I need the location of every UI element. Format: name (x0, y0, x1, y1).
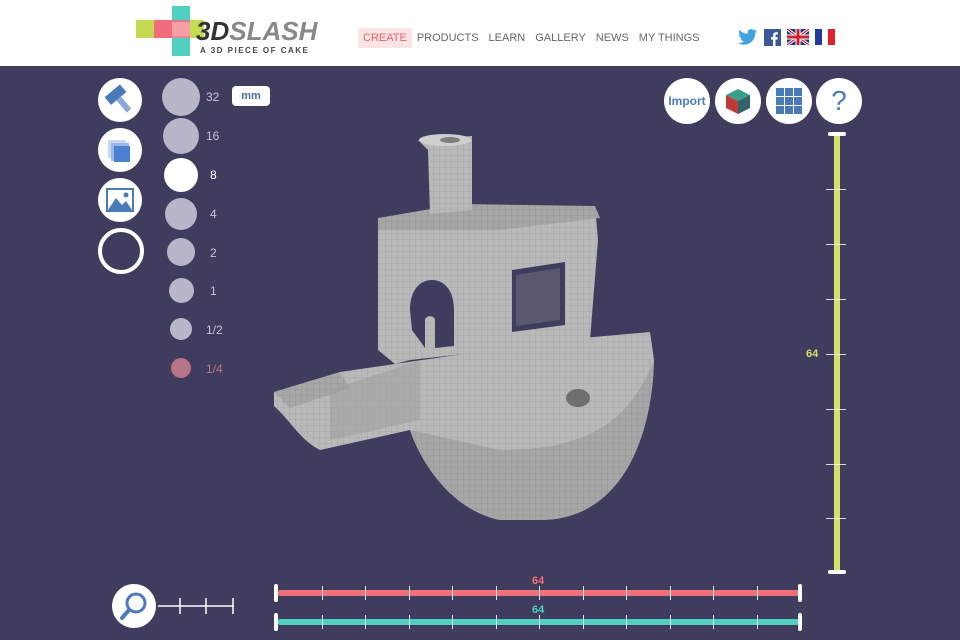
import-label: Import (668, 94, 706, 108)
red-slider-left-handle[interactable] (274, 584, 278, 602)
cube-layers-tool-icon (108, 140, 130, 162)
vertical-tick (826, 409, 846, 410)
horizontal-tick (495, 615, 497, 629)
size-option-quarter[interactable] (171, 358, 191, 378)
size-label-32: 32 (206, 90, 220, 104)
horizontal-tick (669, 586, 671, 600)
size-option-8[interactable] (164, 158, 198, 192)
horizontal-tick (626, 586, 627, 600)
red-slider-right-handle[interactable] (798, 584, 802, 602)
horizontal-tick (321, 586, 323, 600)
vertical-slider-bottom-handle[interactable] (828, 570, 846, 574)
size-label-quarter: 1/4 (206, 362, 223, 376)
vertical-tick (826, 244, 846, 245)
horizontal-tick (713, 615, 714, 629)
horizontal-tick (452, 586, 453, 600)
zoom-slider[interactable] (158, 594, 238, 618)
size-option-4[interactable] (165, 198, 197, 230)
unit-badge[interactable]: mm (232, 86, 270, 106)
vertical-tick (826, 299, 846, 300)
size-label-4: 4 (210, 207, 217, 221)
circle-tool-button[interactable] (98, 228, 144, 274)
horizontal-tick (321, 615, 323, 629)
hammer-tool-icon (104, 84, 132, 113)
horizontal-tick (365, 586, 366, 600)
horizontal-tick (452, 615, 453, 629)
size-label-2: 2 (210, 246, 217, 260)
hammer-tool-button[interactable] (98, 78, 142, 122)
nav-news[interactable]: NEWS (591, 28, 634, 48)
layers-tool-button[interactable] (98, 128, 142, 172)
import-button[interactable]: Import (664, 78, 710, 124)
horizontal-tick (626, 615, 627, 629)
horizontal-tick (408, 615, 410, 629)
vertical-slider-top-handle[interactable] (828, 132, 846, 136)
magnifier-icon (120, 592, 147, 620)
horizontal-tick (539, 586, 540, 600)
logo-text: 3DSLASH (196, 16, 318, 46)
image-tool-button[interactable] (98, 178, 142, 222)
horizontal-tick (669, 615, 671, 629)
help-button[interactable]: ? (816, 78, 862, 124)
horizontal-tick (495, 586, 497, 600)
size-label-1: 1 (210, 284, 217, 298)
color-cube-icon (726, 89, 750, 114)
logo-tagline: A 3D PIECE OF CAKE (200, 46, 310, 55)
horizontal-tick (756, 586, 758, 600)
vertical-tick (826, 354, 846, 355)
voxel-boat-model[interactable] (260, 120, 680, 540)
france-flag-icon[interactable] (815, 29, 835, 45)
nav-products[interactable]: PRODUCTS (412, 28, 484, 48)
horizontal-tick (756, 615, 758, 629)
size-option-32[interactable] (162, 78, 200, 116)
nav-gallery[interactable]: GALLERY (530, 28, 591, 48)
horizontal-tick (365, 615, 366, 629)
horizontal-tick (582, 615, 584, 629)
size-label-8: 8 (210, 168, 217, 182)
size-option-half[interactable] (170, 318, 192, 340)
grid-button[interactable] (766, 78, 812, 124)
facebook-icon[interactable] (764, 28, 781, 46)
horizontal-tick (539, 615, 540, 629)
vertical-slider-value: 64 (806, 348, 819, 360)
size-option-16[interactable] (163, 118, 199, 154)
vertical-tick (826, 518, 846, 519)
color-cube-button[interactable] (715, 78, 761, 124)
horizontal-tick (408, 586, 410, 600)
vertical-tick (826, 464, 846, 465)
horizontal-tick (713, 586, 714, 600)
size-option-2[interactable] (167, 238, 195, 266)
horizontal-tick (582, 586, 584, 600)
vertical-tick (826, 189, 846, 190)
top-header: 3DSLASH A 3D PIECE OF CAKE CREATE PRODUC… (0, 0, 960, 66)
size-label-half: 1/2 (206, 323, 223, 337)
twitter-icon[interactable] (738, 28, 758, 46)
size-label-16: 16 (206, 129, 220, 143)
nav-create[interactable]: CREATE (358, 28, 412, 48)
grid-icon (776, 88, 802, 114)
help-icon: ? (831, 85, 847, 116)
teal-slider-right-handle[interactable] (798, 613, 802, 631)
social-links (738, 28, 835, 46)
size-option-1[interactable] (169, 278, 194, 303)
main-nav: CREATE PRODUCTS LEARN GALLERY NEWS MY TH… (358, 28, 705, 48)
teal-slider-left-handle[interactable] (274, 613, 278, 631)
zoom-button[interactable] (112, 584, 156, 628)
image-tool-icon (106, 188, 134, 212)
uk-flag-icon[interactable] (787, 29, 809, 45)
nav-learn[interactable]: LEARN (484, 28, 531, 48)
nav-my-things[interactable]: MY THINGS (634, 28, 705, 48)
